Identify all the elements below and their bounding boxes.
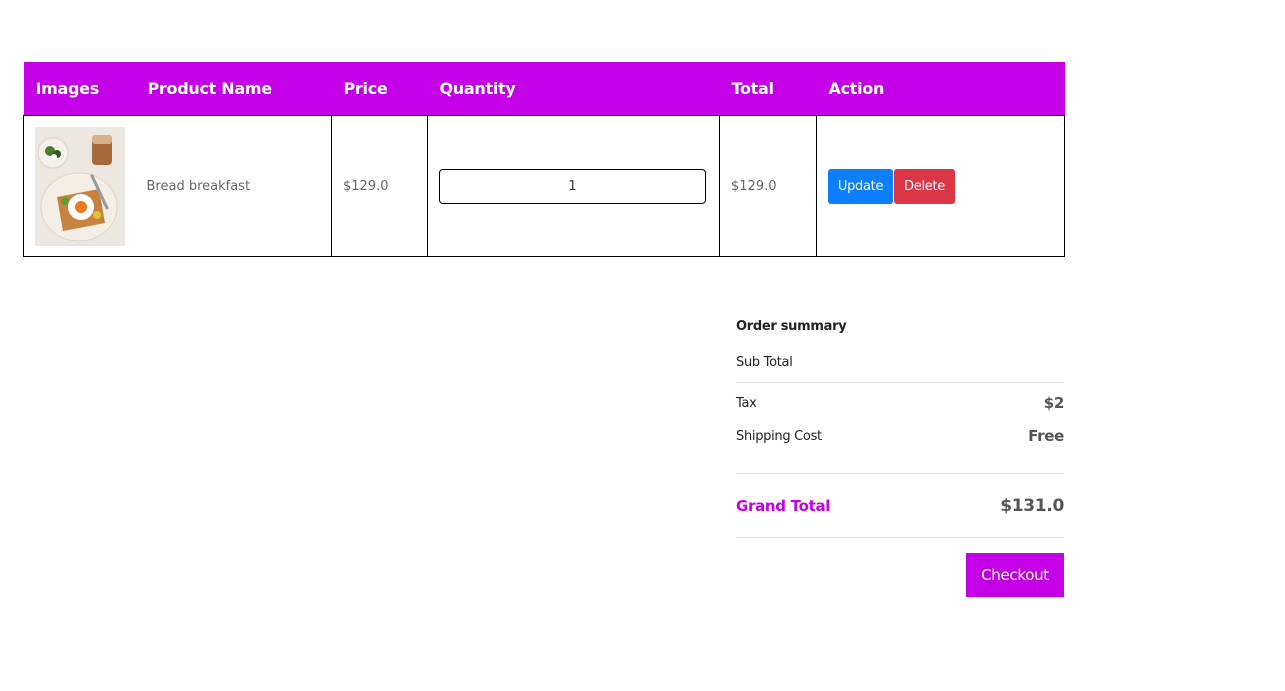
subtotal-label: Sub Total: [736, 354, 793, 370]
quantity-input[interactable]: [439, 168, 706, 204]
tax-label: Tax: [736, 395, 757, 411]
header-images: Images: [23, 62, 136, 116]
product-price: $129.0: [343, 178, 389, 194]
shipping-row: Shipping Cost Free: [736, 423, 1064, 474]
product-name: Bread breakfast: [146, 178, 251, 194]
shipping-label: Shipping Cost: [736, 428, 822, 444]
order-summary: Order summary Sub Total Tax $2 Shipping …: [736, 312, 1064, 597]
header-total: Total: [719, 62, 817, 116]
action-cell: Update Delete: [816, 115, 1065, 257]
order-summary-title: Order summary: [736, 319, 847, 334]
checkout-button[interactable]: Checkout: [966, 553, 1064, 597]
grand-total-label: Grand Total: [736, 496, 831, 515]
shipping-value: Free: [1028, 427, 1064, 445]
grand-total-row: Grand Total $131.0: [736, 474, 1064, 538]
header-action: Action: [816, 62, 1065, 116]
image-cell: [23, 115, 136, 257]
grand-total-value: $131.0: [1000, 495, 1064, 516]
quantity-cell: [427, 115, 720, 257]
total-cell: $129.0: [719, 115, 817, 257]
price-cell: $129.0: [331, 115, 428, 257]
tax-value: $2: [1043, 394, 1065, 412]
delete-button[interactable]: Delete: [894, 168, 955, 204]
subtotal-row: Sub Total: [736, 342, 1064, 383]
row-total: $129.0: [731, 178, 777, 194]
table-row: Bread breakfast $129.0 $129.0 UpdateDele…: [23, 115, 1065, 257]
cart-table: Images Product Name Price Quantity Total…: [23, 62, 1065, 257]
checkout-container: Checkout: [736, 553, 1064, 597]
header-price: Price: [331, 62, 428, 116]
update-button[interactable]: Update: [828, 168, 893, 204]
tax-row: Tax $2: [736, 383, 1064, 423]
product-name-cell: Bread breakfast: [135, 115, 332, 257]
table-header-row: Images Product Name Price Quantity Total…: [23, 62, 1065, 116]
product-image: [35, 126, 125, 246]
header-product-name: Product Name: [135, 62, 332, 116]
header-quantity: Quantity: [427, 62, 720, 116]
